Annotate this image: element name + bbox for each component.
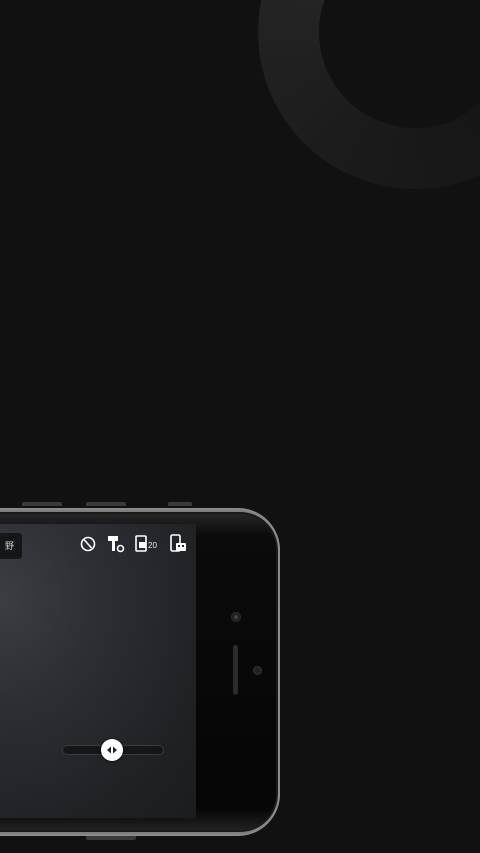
app-stage: 野 20 bbox=[0, 0, 480, 853]
proximity-sensor bbox=[254, 667, 261, 674]
battery-device-icon[interactable] bbox=[168, 533, 190, 555]
phone-power-button bbox=[168, 502, 192, 506]
frame-count-label: 20 bbox=[148, 541, 157, 550]
phone-side-button bbox=[22, 502, 62, 506]
phone-side-button bbox=[86, 502, 126, 506]
left-right-arrows-icon bbox=[107, 746, 117, 754]
earpiece-speaker bbox=[233, 645, 238, 695]
phone-bottom-button bbox=[86, 836, 136, 840]
status-text: 野 bbox=[4, 541, 14, 551]
shelf-settings-icon[interactable] bbox=[105, 533, 127, 555]
phone-screen bbox=[0, 524, 196, 818]
slash-circle-icon[interactable] bbox=[77, 533, 99, 555]
status-chip[interactable]: 野 bbox=[0, 533, 22, 559]
front-camera-icon bbox=[232, 613, 240, 621]
adjustment-slider-thumb[interactable] bbox=[101, 739, 123, 761]
